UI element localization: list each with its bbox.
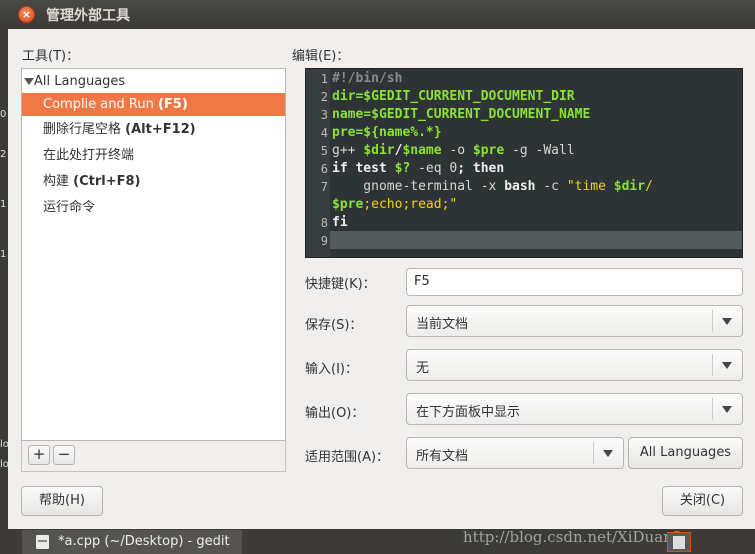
tool-name: 运行命令 xyxy=(43,200,96,215)
shortcut-label: 快捷键(K)： xyxy=(305,277,376,292)
tool-name: 构建 xyxy=(43,174,74,189)
expander-triangle-icon[interactable] xyxy=(24,78,34,85)
shortcut-input[interactable]: F5 xyxy=(406,268,743,296)
add-tool-button[interactable]: + xyxy=(28,445,50,465)
code-line-5: g++ $dir/$name -o $pre -g -Wall xyxy=(332,143,575,158)
category-label: All Languages xyxy=(34,74,126,89)
taskbar-item-label: *a.cpp (~/Desktop) - gedit xyxy=(58,534,230,549)
background-text-fragment: 0 xyxy=(0,109,7,120)
text-editor-icon xyxy=(36,535,49,549)
line-number: 4 xyxy=(320,126,328,140)
background-text-fragment: 2 xyxy=(0,149,7,160)
background-text-fragment: lo xyxy=(0,439,9,450)
output-label: 输出(O)： xyxy=(305,406,365,421)
chevron-down-icon[interactable] xyxy=(712,354,742,376)
code-line-8: fi xyxy=(332,215,348,230)
applicability-value: 所有文档 xyxy=(416,449,469,464)
tools-label: 工具(T)： xyxy=(22,49,80,64)
manage-external-tools-dialog: × 管理外部工具 lo lo 0 2 1 1 工具(T)： All Languages C… xyxy=(0,0,755,554)
code-line-7: gnome-terminal -x bash -c "time $dir/ xyxy=(332,179,653,194)
line-number: 8 xyxy=(320,216,328,230)
input-combo[interactable]: 无 xyxy=(406,349,743,381)
tree-item-remove-trailing-spaces[interactable]: 删除行尾空格 (Alt+F12) xyxy=(22,118,285,141)
title-bar: × 管理外部工具 xyxy=(0,0,755,29)
background-text-fragment: lo xyxy=(0,459,9,470)
tree-item-compile-and-run[interactable]: Complie and Run (F5) xyxy=(22,93,285,116)
tool-name: 删除行尾空格 xyxy=(43,122,126,137)
window-title: 管理外部工具 xyxy=(46,8,130,24)
taskbar-window-item[interactable]: *a.cpp (~/Desktop) - gedit xyxy=(22,530,242,554)
help-button[interactable]: 帮助(H) xyxy=(21,486,103,516)
watermark: http://blog.csdn.net/XiDuan2 xyxy=(463,528,683,546)
command-editor[interactable]: 1 2 3 4 5 6 7 8 9 #!/bin/sh dir=$GEDIT_C… xyxy=(305,68,743,258)
line-number: 5 xyxy=(320,144,328,158)
tree-item-run-command[interactable]: 运行命令 xyxy=(22,196,285,219)
languages-button[interactable]: All Languages xyxy=(628,437,743,469)
chevron-down-icon[interactable] xyxy=(593,442,623,464)
chevron-down-icon[interactable] xyxy=(712,310,742,332)
applicability-label: 适用范围(A)： xyxy=(305,450,390,465)
close-button[interactable]: 关闭(C) xyxy=(662,486,743,516)
input-label: 输入(I)： xyxy=(305,362,358,377)
code-line-2: dir=$GEDIT_CURRENT_DOCUMENT_DIR xyxy=(332,89,575,104)
applicability-combo[interactable]: 所有文档 xyxy=(406,437,624,469)
background-window-edge: lo lo 0 2 1 1 xyxy=(0,29,9,529)
tool-accelerator: (F5) xyxy=(157,97,188,112)
tool-accelerator: (Alt+F12) xyxy=(125,122,196,137)
background-text-fragment: 1 xyxy=(0,249,7,260)
tool-accelerator: (Ctrl+F8) xyxy=(73,174,141,189)
code-line-3: name=$GEDIT_CURRENT_DOCUMENT_NAME xyxy=(332,107,591,122)
tools-toolbar: + − xyxy=(21,441,286,472)
tool-name: 在此处打开终端 xyxy=(43,148,135,163)
input-value: 无 xyxy=(416,361,430,376)
save-value: 当前文档 xyxy=(416,317,469,332)
tree-category-all-languages[interactable]: All Languages xyxy=(22,70,285,93)
line-number: 7 xyxy=(320,180,328,194)
code-line-6: if test $? -eq 0; then xyxy=(332,161,505,176)
remove-tool-button[interactable]: − xyxy=(53,445,75,465)
output-combo[interactable]: 在下方面板中显示 xyxy=(406,393,743,425)
line-number: 6 xyxy=(320,162,328,176)
edit-label: 编辑(E)： xyxy=(292,49,350,64)
line-number: 2 xyxy=(320,90,328,104)
chevron-down-icon[interactable] xyxy=(712,398,742,420)
code-line-4: pre=${name%.*} xyxy=(332,125,442,140)
close-icon[interactable]: × xyxy=(18,6,35,23)
code-line-1: #!/bin/sh xyxy=(332,71,403,86)
line-number: 3 xyxy=(320,108,328,122)
save-combo[interactable]: 当前文档 xyxy=(406,305,743,337)
tool-name: Complie and Run xyxy=(43,97,158,112)
background-text-fragment: 1 xyxy=(0,199,7,210)
shortcut-value: F5 xyxy=(414,274,430,289)
save-label: 保存(S)： xyxy=(305,318,363,333)
tray-editor-icon[interactable] xyxy=(667,532,691,552)
line-number: 9 xyxy=(320,234,328,248)
code-line-7-wrap: $pre;echo;read;" xyxy=(332,197,458,212)
current-line-highlight xyxy=(330,231,742,249)
tree-item-open-terminal[interactable]: 在此处打开终端 xyxy=(22,144,285,167)
tree-item-build[interactable]: 构建 (Ctrl+F8) xyxy=(22,170,285,193)
output-value: 在下方面板中显示 xyxy=(416,405,521,420)
line-number: 1 xyxy=(320,72,328,86)
tools-tree[interactable]: All Languages Complie and Run (F5) 删除行尾空… xyxy=(21,68,286,441)
